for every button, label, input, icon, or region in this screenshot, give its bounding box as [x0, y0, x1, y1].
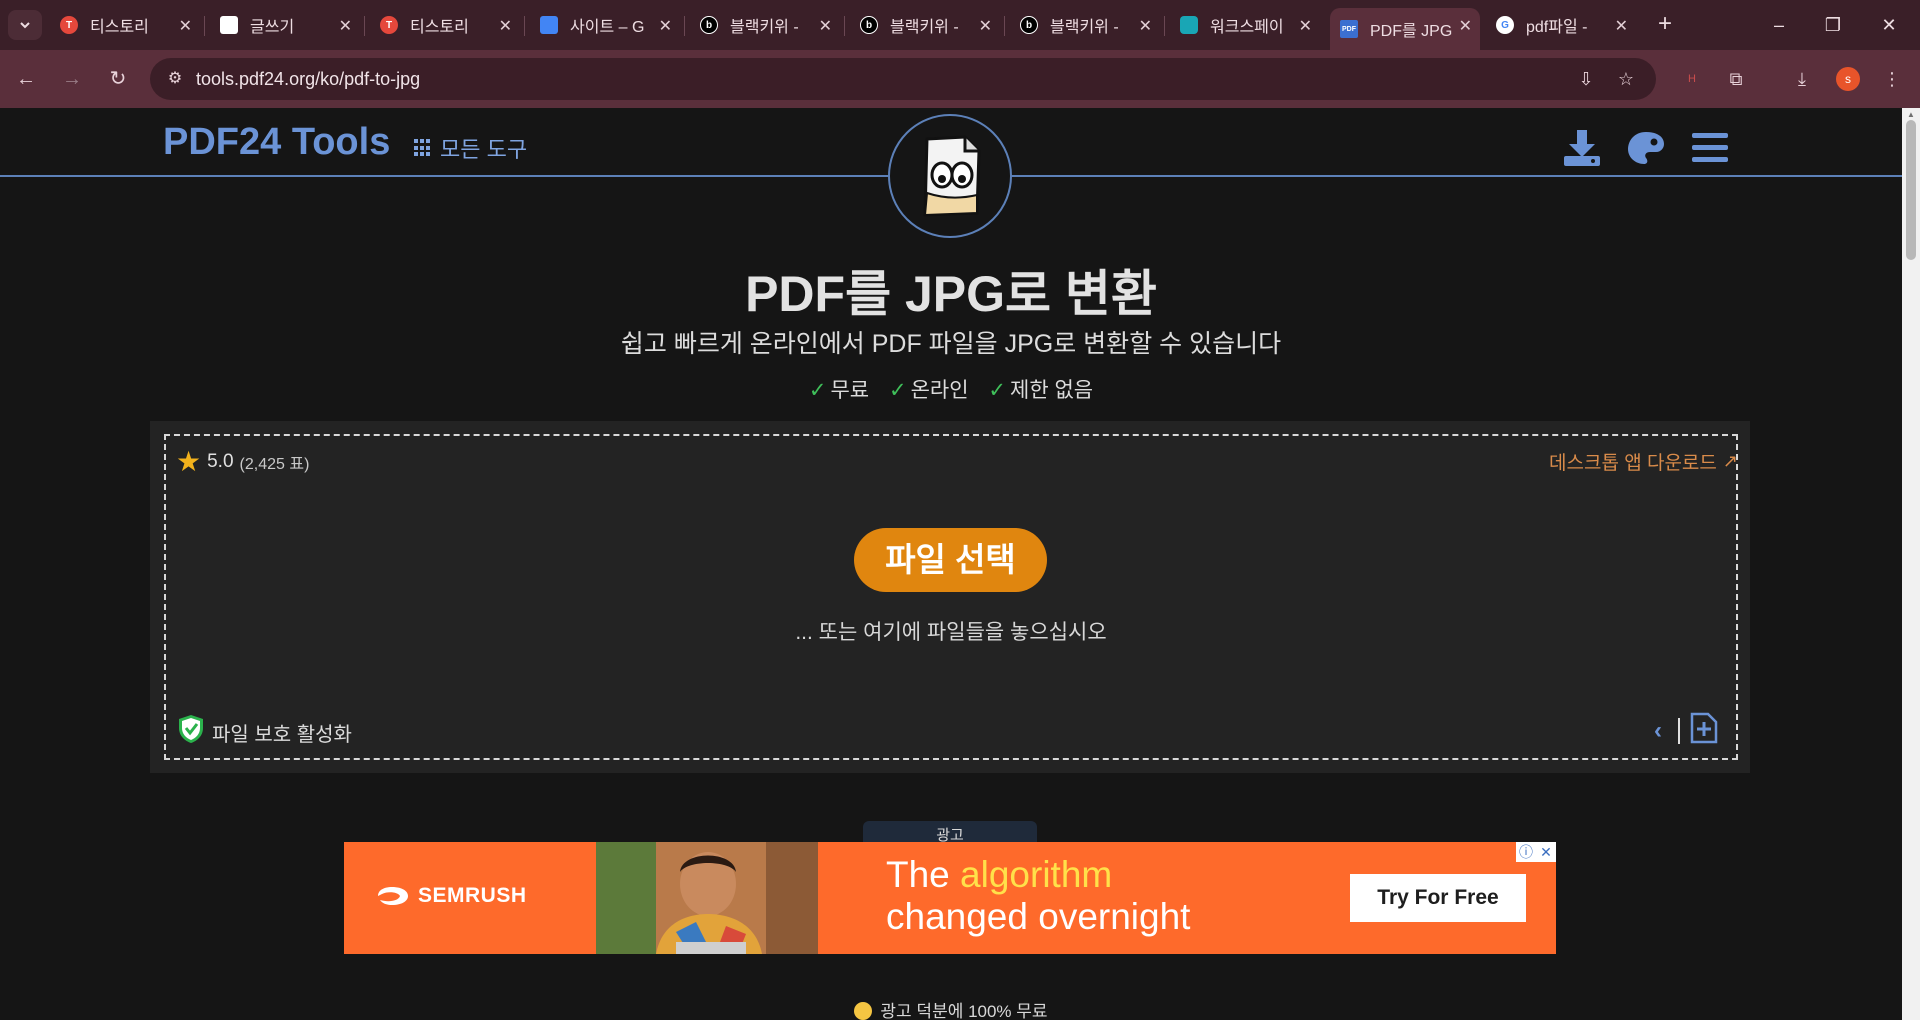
feature-item: ✓ 온라인: [888, 379, 969, 402]
ad-choices[interactable]: ⓘ ✕: [1516, 842, 1556, 862]
close-icon[interactable]: ✕: [499, 16, 512, 36]
grid-icon: [414, 139, 432, 157]
page-content: PDF24 Tools 모든 도구 PDF를 JPG로 변환 쉽고 빠르게 온라…: [0, 108, 1902, 1020]
tab-search-button[interactable]: [8, 10, 42, 40]
close-icon[interactable]: ✕: [1299, 16, 1312, 36]
pdf24-mascot-icon: [923, 135, 981, 217]
smile-emoji-icon: [854, 1002, 873, 1020]
reload-button[interactable]: ↻: [102, 63, 134, 95]
blackkiwi-icon: b: [860, 16, 878, 34]
check-icon: ✓: [808, 379, 827, 402]
semrush-logo: SEMRUSH: [376, 884, 527, 908]
file-drop-zone[interactable]: [164, 434, 1738, 760]
check-icon: ✓: [888, 379, 907, 402]
close-icon[interactable]: ✕: [1536, 842, 1556, 862]
tab-adsense[interactable]: 사이트 – G ✕: [530, 8, 680, 42]
window-close-button[interactable]: ✕: [1866, 10, 1912, 40]
tab-blackkiwi-1[interactable]: b 블랙키위 - ✕: [690, 8, 840, 42]
free-note: 광고 덕분에 100% 무료: [0, 997, 1902, 1020]
extensions-puzzle-icon[interactable]: ⧉: [1720, 63, 1752, 95]
workspace-icon: [1180, 16, 1198, 34]
file-protection-toggle[interactable]: 파일 보호 활성화: [178, 714, 352, 750]
tab-pdf-to-jpg[interactable]: PDF PDF를 JPG ✕: [1330, 8, 1480, 50]
scrollbar-thumb[interactable]: [1906, 120, 1916, 260]
close-icon[interactable]: ✕: [1139, 16, 1152, 36]
blackkiwi-icon: b: [1020, 16, 1038, 34]
site-logo[interactable]: PDF24 Tools: [163, 121, 390, 164]
ad-banner[interactable]: SEMRUSH The algorithm changed overnight …: [344, 842, 1556, 954]
add-file-icon[interactable]: [1690, 712, 1718, 749]
page-title: PDF를 JPG로 변환: [745, 266, 1157, 322]
theme-palette-icon[interactable]: [1624, 126, 1668, 170]
close-icon[interactable]: ✕: [979, 16, 992, 36]
pdf24-icon: PDF: [1340, 20, 1358, 38]
adsense-icon: [540, 16, 558, 34]
desktop-app-download-link[interactable]: 데스크톱 앱 다운로드 ↗: [1549, 448, 1738, 475]
rating-value: 5.0: [207, 451, 234, 472]
close-icon[interactable]: ✕: [659, 16, 672, 36]
page-scrollbar[interactable]: ▲: [1902, 108, 1920, 1020]
tab-tistory-1[interactable]: T 티스토리 ✕: [50, 8, 200, 42]
download-icon[interactable]: [1560, 126, 1604, 170]
blackkiwi-icon: b: [700, 16, 718, 34]
tab-write[interactable]: 글쓰기 ✕: [210, 8, 360, 42]
check-icon: ✓: [988, 379, 1006, 402]
tistory-icon: T: [380, 16, 398, 34]
address-bar[interactable]: ⚙ tools.pdf24.org/ko/pdf-to-jpg ⇩ ☆: [150, 58, 1656, 100]
shield-check-icon: [178, 714, 204, 750]
profile-avatar[interactable]: s: [1836, 67, 1860, 91]
feature-item: ✓ 제한 없음: [988, 379, 1094, 402]
page-subtitle: 쉽고 빠르게 온라인에서 PDF 파일을 JPG로 변환할 수 있습니다: [620, 330, 1282, 358]
downloads-icon[interactable]: ⤓: [1786, 63, 1818, 95]
scroll-up-arrow[interactable]: ▲: [1906, 110, 1916, 119]
feature-item: ✓ 무료: [808, 379, 870, 402]
google-icon: G: [1496, 16, 1514, 34]
ad-cta-button[interactable]: Try For Free: [1350, 874, 1526, 922]
back-button[interactable]: ←: [10, 63, 42, 95]
drop-zone-tools: ‹: [1648, 712, 1718, 749]
mascot-logo[interactable]: [888, 114, 1012, 238]
tab-blackkiwi-3[interactable]: b 블랙키위 - ✕: [1010, 8, 1160, 42]
tistory-icon: T: [60, 16, 78, 34]
hamburger-menu-icon[interactable]: [1688, 126, 1732, 170]
tab-google-search[interactable]: G pdf파일 - ✕: [1486, 8, 1636, 42]
new-tab-button[interactable]: +: [1650, 10, 1680, 40]
menu-kebab-icon[interactable]: ⋮: [1876, 63, 1908, 95]
forward-button[interactable]: →: [56, 63, 88, 95]
ad-headline: The algorithm changed overnight: [886, 854, 1191, 937]
tab-blackkiwi-2[interactable]: b 블랙키위 - ✕: [850, 8, 1000, 42]
close-icon[interactable]: ✕: [1615, 16, 1628, 36]
external-link-icon: ↗: [1722, 451, 1738, 471]
info-icon[interactable]: ⓘ: [1516, 842, 1536, 862]
feature-list: ✓ 무료 ✓ 온라인 ✓ 제한 없음: [0, 374, 1902, 404]
extension-hanspell-icon[interactable]: H: [1676, 63, 1708, 95]
restore-button[interactable]: ❐: [1810, 10, 1856, 40]
url-text[interactable]: tools.pdf24.org/ko/pdf-to-jpg: [196, 69, 420, 90]
divider: [1678, 717, 1680, 744]
install-app-icon[interactable]: ⇩: [1574, 67, 1598, 91]
rating[interactable]: ★ 5.0 (2,425 표): [176, 448, 309, 476]
chevron-left-icon[interactable]: ‹: [1648, 717, 1668, 745]
rating-votes: (2,425 표): [239, 456, 310, 473]
close-icon[interactable]: ✕: [179, 16, 192, 36]
bookmark-star-icon[interactable]: ☆: [1614, 67, 1638, 91]
tab-workspace[interactable]: 워크스페이 ✕: [1170, 8, 1320, 42]
semrush-flame-icon: [378, 887, 408, 905]
toolbar: ← → ↻ ⚙ tools.pdf24.org/ko/pdf-to-jpg ⇩ …: [0, 50, 1920, 108]
star-icon: ★: [176, 446, 202, 477]
chevron-down-icon: [20, 22, 30, 29]
tab-strip: T 티스토리 ✕ 글쓰기 ✕ T 티스토리 ✕ 사이트 – G ✕ b 블랙키위…: [0, 0, 1920, 50]
write-icon: [220, 16, 238, 34]
ad-photo: [596, 842, 818, 954]
drop-hint: ... 또는 여기에 파일들을 놓으십시오: [795, 621, 1107, 644]
close-icon[interactable]: ✕: [339, 16, 352, 36]
select-file-button[interactable]: 파일 선택: [854, 528, 1047, 592]
close-icon[interactable]: ✕: [1459, 16, 1472, 36]
tab-tistory-2[interactable]: T 티스토리 ✕: [370, 8, 520, 42]
close-icon[interactable]: ✕: [819, 16, 832, 36]
minimize-button[interactable]: –: [1756, 10, 1802, 40]
all-tools-link[interactable]: 모든 도구: [414, 132, 527, 164]
site-info-icon[interactable]: ⚙: [164, 68, 186, 90]
